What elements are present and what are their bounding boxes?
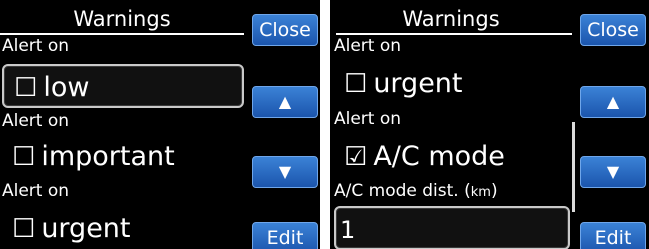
alert-level-text: low <box>43 72 90 103</box>
page-title: Warnings <box>73 7 171 31</box>
arrow-down-icon: ▼ <box>278 162 292 181</box>
alert-important-checkbox[interactable]: ☐ important <box>2 135 244 179</box>
ac-mode-dist-field[interactable]: 1 <box>334 206 570 249</box>
ac-mode-dist-value: 1 <box>340 216 356 244</box>
warnings-panel-left: Warnings Alert on ☐ low Alert on ☐ importa… <box>0 0 320 249</box>
ac-mode-text: A/C mode <box>373 141 505 172</box>
ac-mode-dist-label: A/C mode dist. (km) <box>334 181 498 201</box>
scroll-up-button[interactable]: ▲ <box>252 86 318 118</box>
warnings-panel-right: Warnings Alert on ☐ urgent Alert on ☑ A/C … <box>330 0 649 249</box>
edit-button[interactable]: Edit <box>252 222 318 249</box>
alert-urgent-checkbox[interactable]: ☐ urgent <box>2 207 244 249</box>
arrow-down-icon: ▼ <box>606 162 620 181</box>
close-button[interactable]: Close <box>580 14 646 46</box>
scroll-down-button[interactable]: ▼ <box>252 156 318 188</box>
checkbox-icon: ☐ <box>14 73 38 103</box>
alert-on-label: Alert on <box>2 111 70 131</box>
alert-level-text: urgent <box>41 213 131 244</box>
scroll-down-button[interactable]: ▼ <box>580 156 646 188</box>
alert-urgent-checkbox[interactable]: ☐ urgent <box>334 62 570 106</box>
arrow-up-icon: ▲ <box>278 92 292 111</box>
arrow-up-icon: ▲ <box>606 92 620 111</box>
unit-km: km <box>470 185 491 200</box>
alert-level-text: important <box>41 141 175 172</box>
page-title: Warnings <box>402 7 500 31</box>
alert-on-label: Alert on <box>2 181 70 201</box>
checked-box-icon: ☑ <box>344 142 368 172</box>
scrollbar[interactable] <box>572 122 575 212</box>
checkbox-icon: ☐ <box>12 214 36 244</box>
checkbox-icon: ☐ <box>344 69 368 99</box>
scroll-up-button[interactable]: ▲ <box>580 86 646 118</box>
ac-mode-checkbox[interactable]: ☑ A/C mode <box>334 135 570 179</box>
edit-button[interactable]: Edit <box>580 222 646 249</box>
alert-on-label: Alert on <box>334 36 402 56</box>
alert-level-text: urgent <box>373 68 463 99</box>
alert-on-label: Alert on <box>334 109 402 129</box>
close-button[interactable]: Close <box>252 14 318 46</box>
alert-low-checkbox[interactable]: ☐ low <box>2 64 244 108</box>
checkbox-icon: ☐ <box>12 142 36 172</box>
alert-on-label: Alert on <box>2 36 70 56</box>
